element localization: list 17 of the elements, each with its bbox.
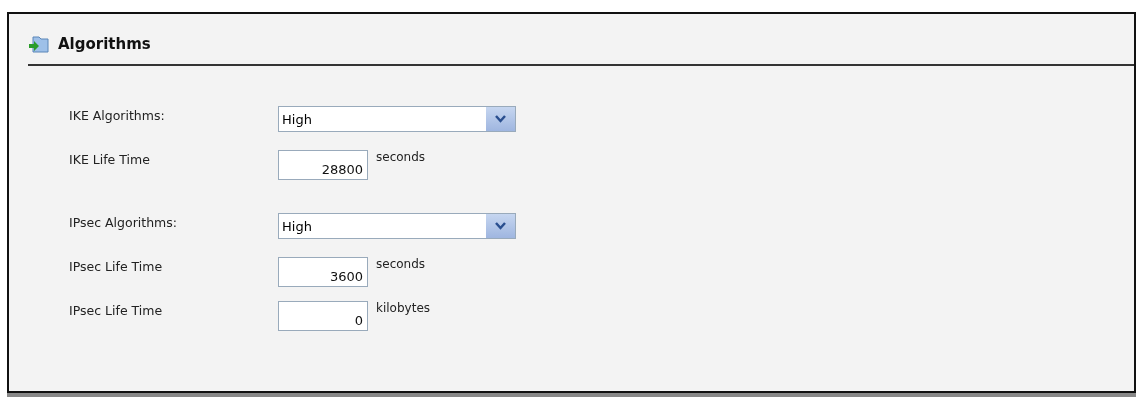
number-field[interactable]: 3600 (278, 257, 368, 287)
field-label: IPsec Algorithms: (69, 214, 178, 230)
number-field[interactable]: 28800 (278, 150, 368, 180)
dropdown[interactable]: High (278, 106, 516, 132)
unit-label: seconds (376, 150, 426, 164)
folder-arrow-icon (28, 34, 50, 54)
chevron-down-icon (495, 222, 506, 230)
unit-label: kilobytes (376, 301, 431, 315)
panel-title: Algorithms (58, 35, 151, 53)
dropdown[interactable]: High (278, 213, 516, 239)
number-field[interactable]: 0 (278, 301, 368, 331)
unit-label: seconds (376, 257, 426, 271)
field-label: IPsec Life Time (69, 302, 164, 318)
chevron-down-icon (495, 115, 506, 123)
field-label: IPsec Life Time (69, 258, 164, 274)
field-label: IKE Algorithms: (69, 107, 166, 123)
field-label: IKE Life Time (69, 151, 151, 167)
